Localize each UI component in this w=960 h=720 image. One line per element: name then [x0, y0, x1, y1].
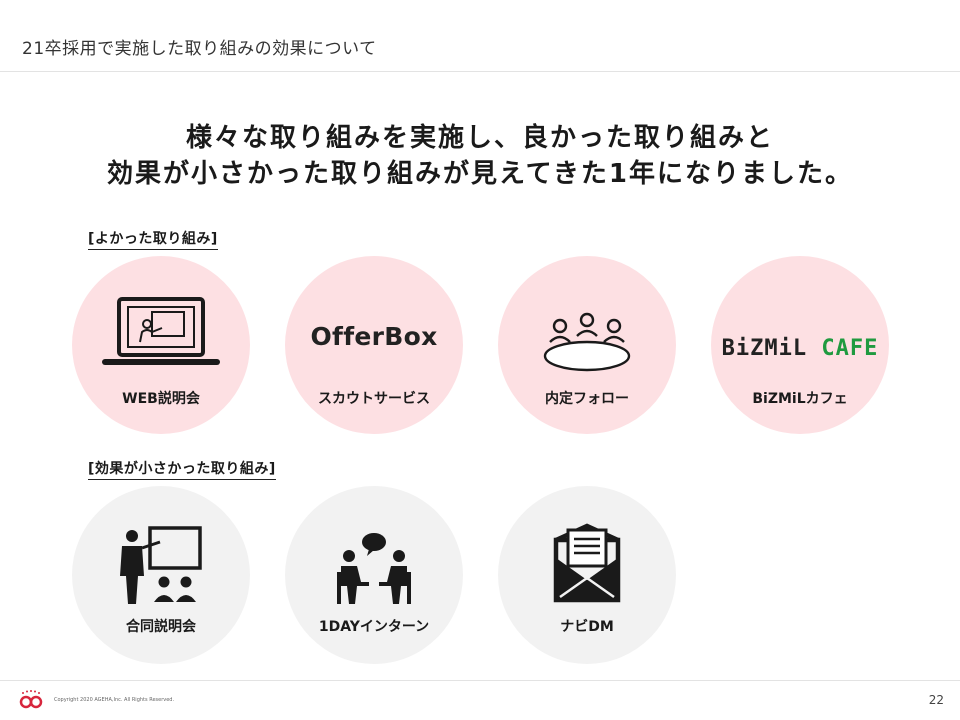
- good-section-label: [よかった取り組み]: [88, 228, 218, 250]
- bizmil-logo-main: BiZMiL: [721, 336, 808, 361]
- good-item-scout-service: OfferBox スカウトサービス: [285, 256, 463, 434]
- good-item-label: 内定フォロー: [545, 391, 629, 407]
- good-item-label: スカウトサービス: [318, 391, 430, 407]
- good-item-label: BiZMiLカフェ: [752, 391, 848, 407]
- company-logo-icon: [19, 690, 43, 709]
- good-item-bizmil-cafe: BiZMiL CAFE BiZMiLカフェ: [711, 256, 889, 434]
- bad-item-1day-intern: 1DAYインターン: [285, 486, 463, 664]
- good-item-web-seminar: WEB説明会: [72, 256, 250, 434]
- bizmil-cafe-logo: BiZMiL CAFE: [711, 336, 889, 361]
- good-item-label: WEB説明会: [122, 391, 200, 407]
- bad-item-label: 合同説明会: [126, 619, 196, 635]
- bad-item-joint-seminar: 合同説明会: [72, 486, 250, 664]
- bad-section-label: [効果が小さかった取り組み]: [88, 458, 276, 480]
- offerbox-logo: OfferBox: [310, 322, 438, 351]
- page-number: 22: [928, 693, 944, 707]
- headline-line-2: 効果が小さかった取り組みが見えてきた1年になりました。: [106, 159, 853, 189]
- slide-title: 21卒採用で実施した取り組みの効果について: [22, 39, 377, 59]
- meeting-table-icon: [543, 312, 631, 372]
- copyright-text: Copyright 2020 AGEHA,Inc. All Rights Res…: [54, 697, 175, 703]
- bad-item-label: ナビDM: [560, 619, 614, 635]
- seminar-presenter-icon: [120, 526, 202, 604]
- bad-item-label: 1DAYインターン: [318, 619, 430, 635]
- headline-line-1: 様々な取り組みを実施し、良かった取り組みと: [185, 123, 774, 153]
- envelope-letter-icon: [553, 523, 621, 603]
- conversation-icon: [337, 533, 411, 604]
- good-item-offer-follow: 内定フォロー: [498, 256, 676, 434]
- footer-divider: [0, 680, 960, 681]
- cafe-logo-accent: CAFE: [821, 336, 879, 361]
- headline: 様々な取り組みを実施し、良かった取り組みと 効果が小さかった取り組みが見えてきた…: [0, 120, 960, 192]
- slide-header: 21卒採用で実施した取り組みの効果について: [0, 0, 960, 72]
- bad-item-navi-dm: ナビDM: [498, 486, 676, 664]
- laptop-presentation-icon: [102, 297, 220, 365]
